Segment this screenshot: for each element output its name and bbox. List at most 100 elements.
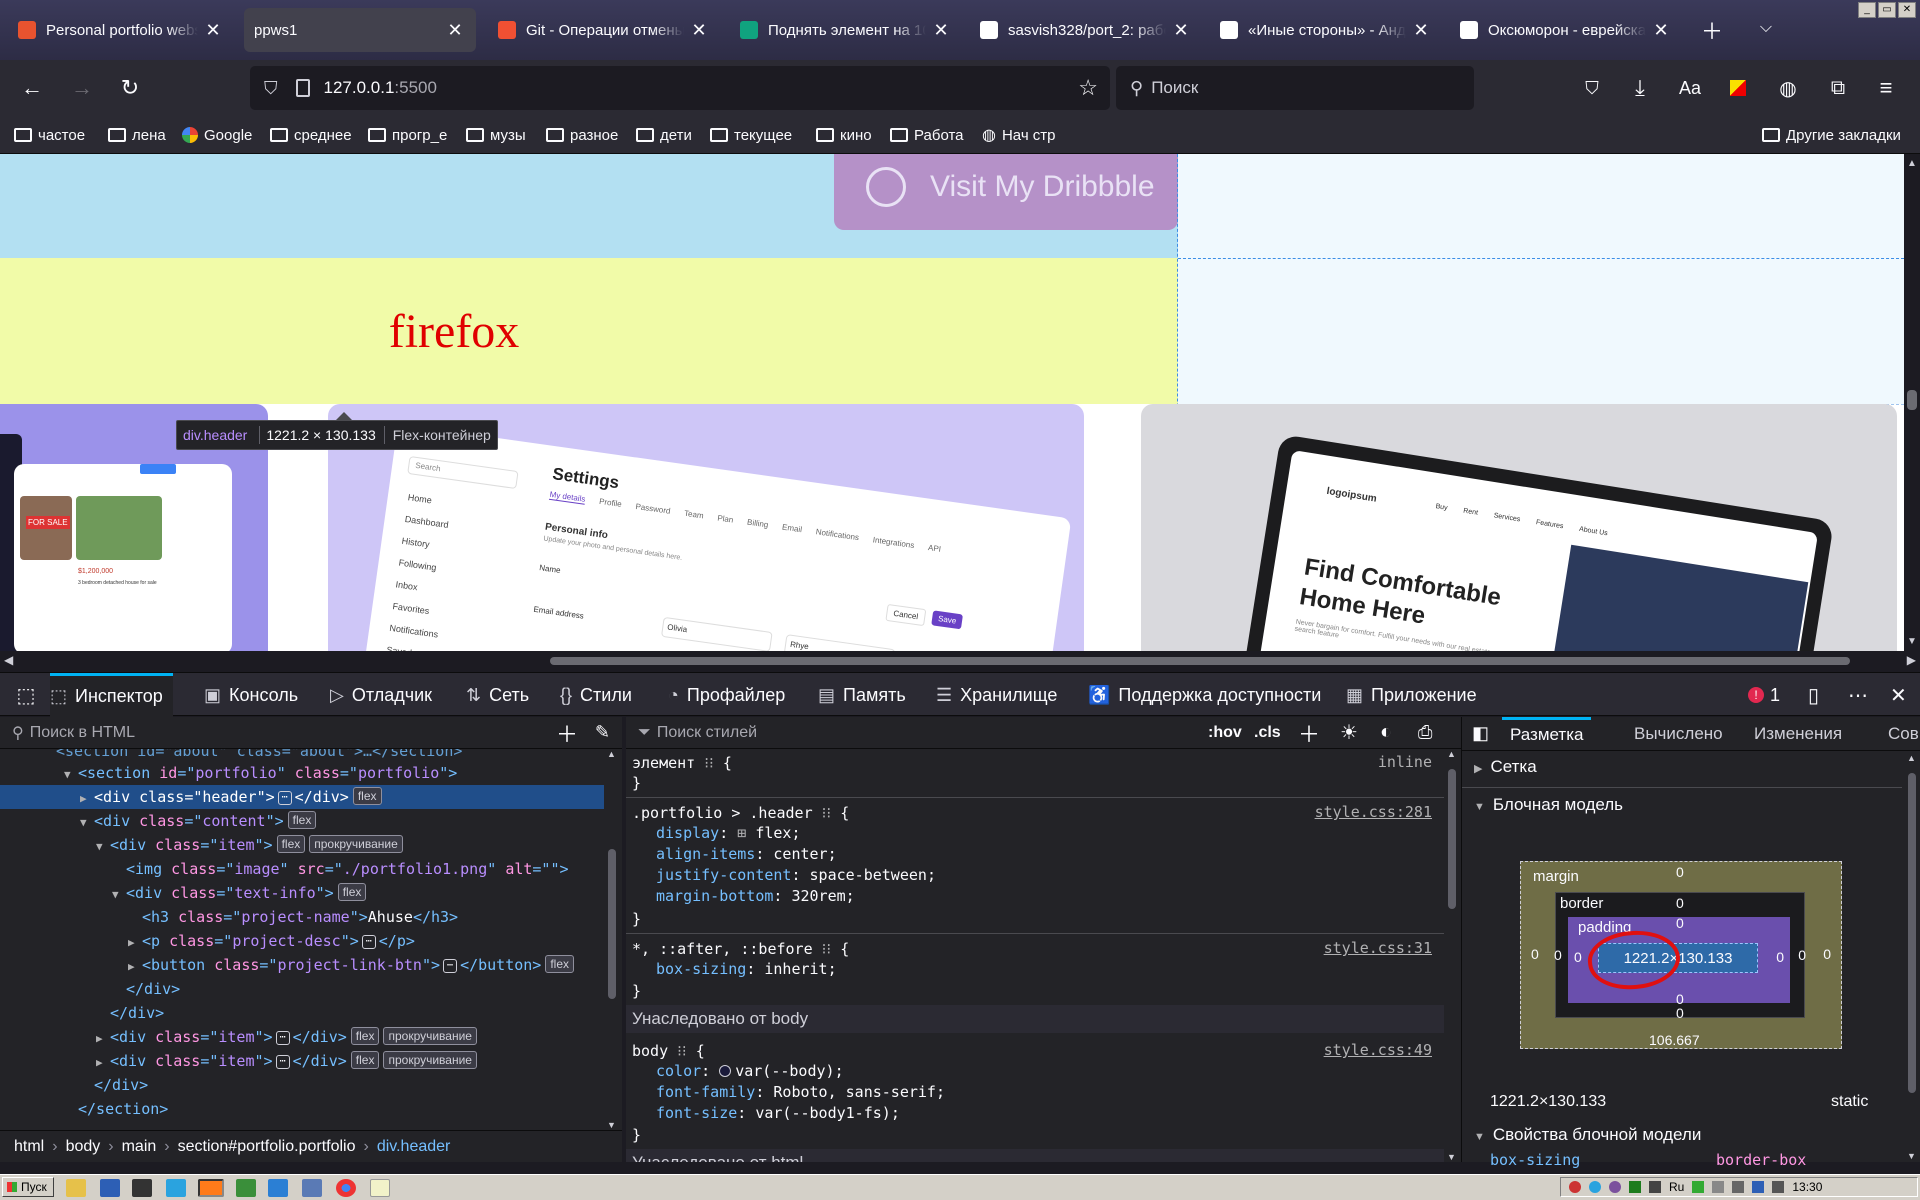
browser-tab[interactable]: Personal portfolio website✕ xyxy=(8,8,234,52)
pocket-icon[interactable]: ⛉ xyxy=(1574,70,1610,106)
markup-node[interactable]: ▶ <p class="project-desc"> ⋯ </p> xyxy=(0,929,604,953)
scroll-thumb[interactable] xyxy=(1907,390,1917,410)
grid-section-toggle[interactable]: ▶ Сетка xyxy=(1474,757,1537,777)
display-badge[interactable]: flex xyxy=(352,787,382,805)
close-tab-icon[interactable]: ✕ xyxy=(930,20,952,41)
new-tab-button[interactable]: ＋ xyxy=(1694,12,1730,48)
css-property-name[interactable]: margin-bottom xyxy=(656,887,773,905)
element-picker-icon[interactable]: ⬚ xyxy=(10,673,42,717)
bookmark-item[interactable]: музы xyxy=(466,124,526,146)
expanded-arrow-icon[interactable]: ▼ xyxy=(64,763,78,787)
css-property-value[interactable]: var(--body1-fs) xyxy=(755,1104,890,1122)
border-left[interactable]: 0 xyxy=(1554,947,1562,963)
css-property-name[interactable]: font-size xyxy=(656,1104,737,1122)
close-tab-icon[interactable]: ✕ xyxy=(1170,20,1192,41)
tab-application[interactable]: ▦ Приложение xyxy=(1346,673,1477,717)
close-tab-icon[interactable]: ✕ xyxy=(1650,20,1672,41)
close-tab-icon[interactable]: ✕ xyxy=(202,20,224,41)
display-badge[interactable]: прокручивание xyxy=(383,1027,477,1045)
bookmark-star-icon[interactable]: ☆ xyxy=(1078,75,1098,101)
tab-compatibility[interactable]: Сов xyxy=(1880,717,1920,751)
eyedropper-icon[interactable]: ✎ xyxy=(595,722,610,743)
flexbox-highlighter-icon[interactable]: ⊞ xyxy=(737,824,755,842)
tab-storage[interactable]: ☰ Хранилище xyxy=(936,673,1057,717)
portfolio-item-3[interactable]: logoipsum Buy Rent Services Features About U… xyxy=(1141,404,1897,651)
close-tab-icon[interactable]: ✕ xyxy=(688,20,710,41)
bookmark-item[interactable]: разное xyxy=(546,124,618,146)
display-badge[interactable]: flex xyxy=(337,883,367,901)
volume-icon[interactable] xyxy=(1732,1181,1745,1193)
css-declaration[interactable]: display: ⊞ flex; xyxy=(656,823,801,844)
padding-right[interactable]: 0 xyxy=(1776,949,1784,965)
css-declaration[interactable]: box-sizing: inherit; xyxy=(656,959,837,980)
bookmark-item[interactable]: текущее xyxy=(710,124,792,146)
minimize-button[interactable]: _ xyxy=(1858,2,1876,18)
tray-app-icon[interactable] xyxy=(1629,1181,1641,1193)
display-badge[interactable]: flex xyxy=(287,811,317,829)
light-mode-icon[interactable]: ☀ xyxy=(1340,720,1358,745)
css-declaration[interactable]: margin-bottom: 320rem; xyxy=(656,886,855,907)
layout-scroll-thumb[interactable] xyxy=(1908,773,1916,1093)
menu-hamburger-icon[interactable]: ≡ xyxy=(1868,70,1904,106)
padding-bottom[interactable]: 0 xyxy=(1676,991,1684,1007)
expanded-arrow-icon[interactable]: ▼ xyxy=(112,883,126,907)
chrome-icon[interactable] xyxy=(336,1179,356,1197)
browser-tab[interactable]: sasvish328/port_2: рабо ✕ xyxy=(970,8,1202,52)
tab-debugger[interactable]: ▷ Отладчик xyxy=(330,673,432,717)
search-bar[interactable]: ⚲ Поиск xyxy=(1116,66,1474,110)
collapsed-arrow-icon[interactable]: ▶ xyxy=(96,1051,110,1075)
list-tabs-button[interactable]: ⌵ xyxy=(1748,10,1784,46)
extensions-icon[interactable]: ⧉ xyxy=(1820,70,1856,106)
keyboard-language[interactable]: Ru xyxy=(1669,1180,1684,1194)
markup-node[interactable]: <h3 class="project-name">Ahuse</h3> xyxy=(0,905,604,929)
display-badge[interactable]: flex xyxy=(350,1027,380,1045)
tray-viber-icon[interactable] xyxy=(1609,1181,1621,1193)
breadcrumb-item[interactable]: div.header xyxy=(377,1138,451,1156)
dark-mode-icon[interactable]: ◐ xyxy=(1380,721,1392,744)
reload-button[interactable]: ↻ xyxy=(112,70,148,106)
margin-right[interactable]: 0 xyxy=(1823,946,1831,962)
breadcrumb-item[interactable]: body xyxy=(66,1138,101,1156)
browser-tab[interactable]: Git - Операции отмены ✕ xyxy=(488,8,720,52)
box-props-section-toggle[interactable]: ▼ Свойства блочной модели xyxy=(1474,1125,1701,1145)
css-property-value[interactable]: 320rem xyxy=(791,887,845,905)
rule1-source-link[interactable]: style.css:281 xyxy=(1315,803,1432,821)
css-declaration[interactable]: font-size: var(--body1-fs); xyxy=(656,1103,900,1124)
close-tab-icon[interactable]: ✕ xyxy=(444,20,466,41)
telegram-icon[interactable] xyxy=(166,1179,186,1197)
expanded-arrow-icon[interactable]: ▼ xyxy=(96,835,110,859)
green-app-icon[interactable] xyxy=(236,1179,256,1197)
css-property-name[interactable]: color xyxy=(656,1062,701,1080)
color-swatch-icon[interactable] xyxy=(719,1065,732,1077)
tab-accessibility[interactable]: ♿ Поддержка доступности xyxy=(1088,673,1321,717)
breadcrumb-item[interactable]: section#portfolio.portfolio xyxy=(178,1138,356,1156)
markup-node[interactable]: <img class="image" src="./portfolio1.png… xyxy=(0,857,604,881)
expand-ellipsis-button[interactable]: ⋯ xyxy=(277,791,292,805)
css-property-value[interactable]: var(--body) xyxy=(735,1062,834,1080)
tab-computed[interactable]: Вычислено xyxy=(1626,717,1731,751)
css-property-value[interactable]: space-between xyxy=(810,866,927,884)
add-rule-icon[interactable]: ＋ xyxy=(1298,717,1320,749)
markup-node[interactable]: ▶ <button class="project-link-btn"> ⋯ </but… xyxy=(0,953,604,977)
markup-node[interactable]: ▼ <section id="portfolio" class="portfoli… xyxy=(0,761,604,785)
toggle-sidebar-icon[interactable]: ◧ xyxy=(1472,723,1489,744)
collapsed-arrow-icon[interactable]: ▶ xyxy=(128,931,142,955)
margin-top[interactable]: 0 xyxy=(1676,864,1684,880)
border-right[interactable]: 0 xyxy=(1798,947,1806,963)
css-property-name[interactable]: justify-content xyxy=(656,866,791,884)
bookmark-item[interactable]: ◍ Нач стр xyxy=(982,124,1056,146)
breadcrumb-item[interactable]: html xyxy=(14,1138,44,1156)
collapsed-arrow-icon[interactable]: ▶ xyxy=(96,1027,110,1051)
shield-icon[interactable]: ⛉ xyxy=(264,78,278,99)
cls-toggle[interactable]: .cls xyxy=(1254,724,1281,742)
display-badge[interactable]: flex xyxy=(276,835,306,853)
css-property-name[interactable]: display xyxy=(656,824,719,842)
markup-node[interactable]: ▼ <div class="text-info"> flex xyxy=(0,881,604,905)
markup-node[interactable]: </div> xyxy=(0,1001,604,1025)
terminal-icon[interactable] xyxy=(132,1179,152,1197)
tray-app-icon[interactable] xyxy=(1752,1181,1765,1193)
css-declaration[interactable]: align-items: center; xyxy=(656,844,837,865)
error-counter[interactable]: ! 1 xyxy=(1748,673,1780,717)
close-tab-icon[interactable]: ✕ xyxy=(1410,20,1432,41)
bookmark-item[interactable]: среднее xyxy=(270,124,352,146)
